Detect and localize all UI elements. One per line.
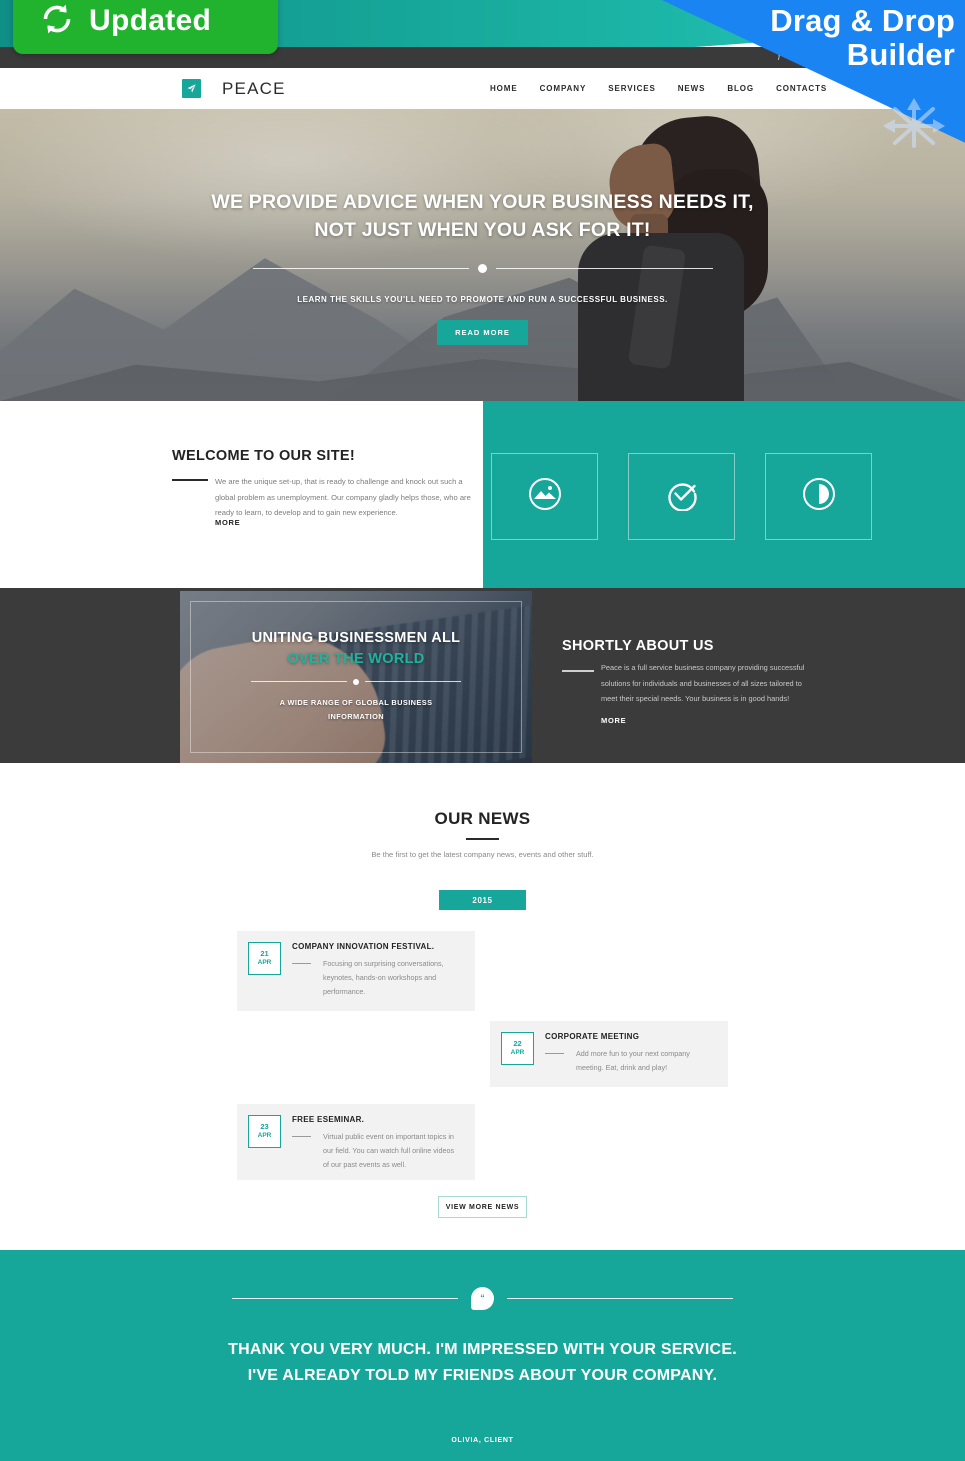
- news-date-day: 23: [260, 1122, 269, 1132]
- about-more-link[interactable]: MORE: [601, 716, 626, 725]
- about-title: SHORTLY ABOUT US: [562, 638, 714, 654]
- view-more-news-button[interactable]: VIEW MORE NEWS: [438, 1196, 527, 1218]
- hero-section: WE PROVIDE ADVICE WHEN YOUR BUSINESS NEE…: [0, 109, 965, 401]
- news-date-badge: 21 APR: [248, 942, 281, 975]
- welcome-body-text: We are the unique set-up, that is ready …: [215, 477, 471, 518]
- refresh-icon: [39, 1, 75, 42]
- logo[interactable]: PEACE: [182, 79, 286, 99]
- feature-box-check[interactable]: [628, 453, 735, 540]
- page-root: WE PROVIDE ADVICE WHEN YOUR BUSINESS NEE…: [0, 0, 965, 1461]
- twitter-icon[interactable]: ●: [790, 50, 795, 64]
- nav-item-news[interactable]: NEWS: [678, 84, 706, 93]
- promo-title-line2: OVER THE WORLD: [287, 650, 425, 667]
- quote-bubble-icon: “: [471, 1287, 494, 1310]
- site-header: PEACE HOME COMPANY SERVICES NEWS BLOG CO…: [0, 68, 965, 109]
- promo-divider-dot: [353, 678, 359, 685]
- main-navigation: HOME COMPANY SERVICES NEWS BLOG CONTACTS: [490, 84, 827, 93]
- nav-item-services[interactable]: SERVICES: [608, 84, 656, 93]
- news-date-badge: 23 APR: [248, 1115, 281, 1148]
- hero-divider-dot: [478, 264, 487, 274]
- news-item-title: FREE ESEMINAR.: [292, 1115, 365, 1124]
- news-item-text: Add more fun to your next company meetin…: [576, 1049, 690, 1073]
- promo-content: UNITING BUSINESSMEN ALL OVER THE WORLD A…: [180, 591, 532, 763]
- news-item-dash: [292, 1136, 311, 1137]
- news-list-item[interactable]: 21 APR COMPANY INNOVATION FESTIVAL. Focu…: [237, 931, 475, 1011]
- hero-read-more-button[interactable]: READ MORE: [437, 320, 528, 346]
- news-date-day: 22: [513, 1039, 522, 1049]
- news-item-dash: [545, 1053, 564, 1054]
- facebook-icon[interactable]: 𝑓: [778, 50, 781, 64]
- paper-plane-icon: [182, 79, 201, 98]
- hero-headline: WE PROVIDE ADVICE WHEN YOUR BUSINESS NEE…: [211, 191, 754, 241]
- check-circle-icon: [665, 477, 699, 516]
- feature-box-chart[interactable]: [765, 453, 872, 540]
- feature-box-image[interactable]: [491, 453, 598, 540]
- news-list-item[interactable]: 22 APR CORPORATE MEETING Add more fun to…: [490, 1021, 728, 1087]
- welcome-title: WELCOME TO OUR SITE!: [172, 448, 355, 464]
- testimonial-author: OLIVIA, CLIENT: [451, 1437, 514, 1444]
- hero-divider: [252, 264, 713, 274]
- image-mountain-icon: [528, 477, 562, 516]
- pie-chart-icon: [802, 477, 836, 516]
- promo-keyboard-image: UNITING BUSINESSMEN ALL OVER THE WORLD A…: [180, 591, 532, 763]
- news-title-dash: [466, 838, 499, 840]
- news-item-title: COMPANY INNOVATION FESTIVAL.: [292, 942, 435, 951]
- news-item-text: Virtual public event on important topics…: [323, 1132, 455, 1170]
- nav-item-blog[interactable]: BLOG: [727, 84, 754, 93]
- testimonial-quote: THANK YOU VERY MUCH. I'M IMPRESSED WITH …: [228, 1341, 737, 1384]
- news-item-text: Focusing on surprising conversations, ke…: [323, 959, 444, 997]
- welcome-more-link[interactable]: MORE: [215, 518, 240, 527]
- news-title: OUR NEWS: [434, 809, 531, 828]
- news-list-item[interactable]: 23 APR FREE ESEMINAR. Virtual public eve…: [237, 1104, 475, 1180]
- social-links: 𝑓 ●: [778, 50, 795, 64]
- welcome-title-dash: [172, 479, 208, 481]
- about-title-dash: [562, 670, 594, 672]
- news-date-day: 21: [260, 949, 269, 959]
- nav-item-contacts[interactable]: CONTACTS: [776, 84, 827, 93]
- updated-badge: Updated: [13, 0, 278, 54]
- updated-badge-label: Updated: [89, 4, 212, 37]
- news-date-month: APR: [510, 1049, 525, 1057]
- promo-title: UNITING BUSINESSMEN ALL OVER THE WORLD: [252, 630, 461, 667]
- news-section: [0, 763, 965, 1250]
- news-subtitle: Be the first to get the latest company n…: [371, 850, 594, 859]
- news-date-month: APR: [257, 1132, 272, 1140]
- promo-divider: [251, 678, 461, 685]
- news-year-filter[interactable]: 2015: [439, 890, 526, 910]
- nav-item-home[interactable]: HOME: [490, 84, 518, 93]
- feature-box-list: [491, 453, 872, 540]
- hero-subtitle: LEARN THE SKILLS YOU'LL NEED TO PROMOTE …: [297, 295, 668, 305]
- about-body-text: Peace is a full service business company…: [601, 663, 805, 704]
- nav-item-company[interactable]: COMPANY: [540, 84, 587, 93]
- news-date-badge: 22 APR: [501, 1032, 534, 1065]
- testimonial-divider: “: [0, 1287, 965, 1310]
- news-date-month: APR: [257, 959, 272, 967]
- logo-text: PEACE: [222, 78, 286, 98]
- hero-content: WE PROVIDE ADVICE WHEN YOUR BUSINESS NEE…: [0, 109, 965, 401]
- news-item-dash: [292, 963, 311, 964]
- news-item-title: CORPORATE MEETING: [545, 1032, 640, 1041]
- promo-title-line1: UNITING BUSINESSMEN ALL: [251, 629, 461, 646]
- promo-subtitle: A WIDE RANGE OF GLOBAL BUSINESS INFORMAT…: [279, 697, 433, 721]
